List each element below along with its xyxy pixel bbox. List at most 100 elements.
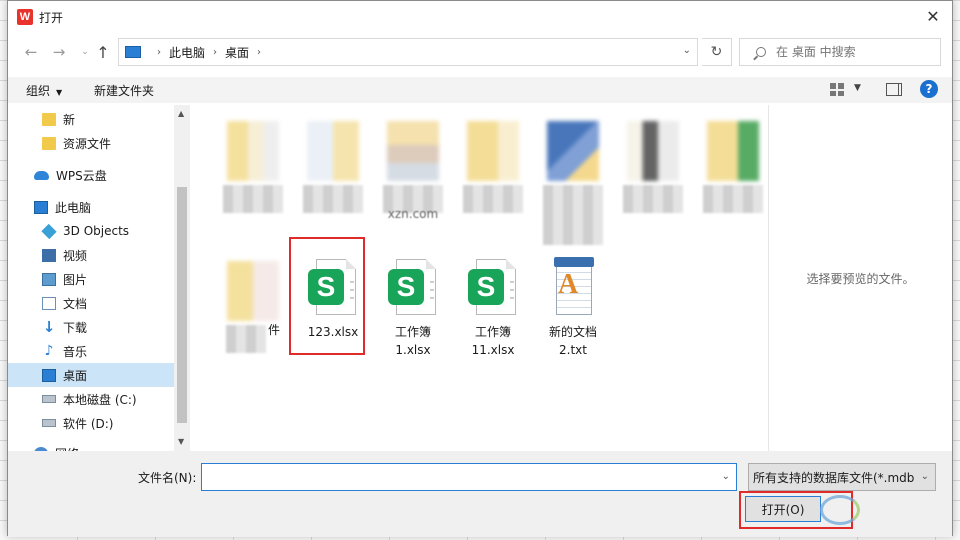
- view-options-icon[interactable]: [830, 83, 844, 96]
- preview-pane-toggle-icon[interactable]: [886, 83, 902, 96]
- blurred-caption: [223, 185, 283, 213]
- sidebar-item-label: 此电脑: [55, 200, 92, 215]
- file-name-line1: 新的文档: [548, 325, 597, 339]
- sidebar-item-wps-cloud[interactable]: WPS云盘: [8, 163, 174, 187]
- back-arrow-icon[interactable]: ←: [20, 41, 42, 63]
- file-name-line2: 2.txt: [559, 343, 587, 357]
- up-arrow-icon[interactable]: ↑: [92, 41, 114, 63]
- cloud-icon: [34, 170, 49, 180]
- sidebar-item-label: 下载: [63, 320, 88, 335]
- sidebar-scrollbar[interactable]: ▲ ▼: [174, 105, 190, 451]
- sidebar-item-label: 文档: [63, 296, 88, 311]
- file-item-workbook1-xlsx[interactable]: S 工作簿 1.xlsx: [376, 257, 450, 359]
- sidebar-item-label: 视频: [63, 248, 88, 263]
- scroll-up-icon[interactable]: ▲: [178, 109, 184, 118]
- watermark-logo-icon: [820, 495, 860, 525]
- sidebar-item-this-pc[interactable]: 此电脑: [8, 195, 174, 219]
- filename-dropdown-chevron-icon[interactable]: ⌄: [722, 471, 730, 482]
- blurred-caption: [703, 185, 763, 213]
- folder-icon: [42, 136, 56, 150]
- address-dropdown-chevron-icon[interactable]: ⌄: [683, 45, 691, 56]
- file-name-line2: 11.xlsx: [471, 343, 515, 357]
- blurred-thumbnail: [227, 121, 279, 181]
- sidebar-item-downloads[interactable]: ↓ 下载: [8, 315, 174, 339]
- drive-icon: [42, 395, 56, 403]
- xlsx-file-icon: S: [466, 257, 520, 319]
- close-button[interactable]: ✕: [920, 5, 946, 27]
- file-item-workbook11-xlsx[interactable]: S 工作簿 11.xlsx: [456, 257, 530, 359]
- blurred-caption: [543, 185, 603, 245]
- new-folder-button[interactable]: 新建文件夹: [94, 82, 154, 99]
- sidebar-item-label: 图片: [63, 272, 88, 287]
- breadcrumb-this-pc[interactable]: 此电脑: [169, 44, 205, 61]
- preview-pane: 选择要预览的文件。: [768, 105, 952, 451]
- desktop-icon: [42, 368, 56, 382]
- blurred-caption: [225, 325, 266, 353]
- sidebar-item-software-d[interactable]: 软件 (D:): [8, 411, 174, 435]
- blurred-caption: [463, 185, 523, 213]
- sidebar-item-3d-objects[interactable]: 3D Objects: [8, 219, 174, 243]
- search-box[interactable]: [739, 38, 941, 66]
- drive-icon: [42, 419, 56, 427]
- download-icon: ↓: [42, 317, 56, 336]
- chevron-down-icon[interactable]: ⌄: [921, 471, 929, 482]
- blurred-file-item[interactable]: [536, 121, 610, 245]
- sidebar-item-documents[interactable]: 文档: [8, 291, 174, 315]
- blurred-thumbnail: [547, 121, 599, 181]
- sidebar-item-videos[interactable]: 视频: [8, 243, 174, 267]
- computer-icon: [34, 200, 48, 214]
- blurred-thumbnail: [707, 121, 759, 181]
- search-input[interactable]: [776, 45, 926, 59]
- scrollbar-thumb[interactable]: [177, 187, 187, 423]
- file-type-filter-value: 所有支持的数据库文件(*.mdb: [753, 470, 915, 485]
- sidebar-item-new[interactable]: 新: [8, 107, 174, 131]
- search-icon: [756, 47, 766, 57]
- blurred-file-item[interactable]: [296, 121, 370, 213]
- xlsx-file-icon: S: [386, 257, 440, 319]
- sidebar-item-label: 新: [63, 112, 76, 127]
- blurred-file-item[interactable]: xzn.com: [376, 121, 450, 223]
- file-type-filter-select[interactable]: 所有支持的数据库文件(*.mdb ⌄: [748, 463, 936, 491]
- breadcrumb-separator-icon: ›: [157, 46, 161, 58]
- computer-icon: [125, 46, 141, 58]
- forward-arrow-icon[interactable]: →: [48, 41, 70, 63]
- sidebar-item-label: 资源文件: [63, 136, 112, 151]
- view-options-caret-icon[interactable]: ▼: [854, 83, 861, 93]
- blurred-file-item[interactable]: [696, 121, 770, 213]
- open-file-dialog: W 打开 ✕ ← → ⌄ ↑ › 此电脑 › 桌面 › ⌄ ↻ 组织 ▼ 新建文件…: [7, 0, 953, 537]
- scroll-down-icon[interactable]: ▼: [178, 437, 184, 446]
- breadcrumb-separator-icon: ›: [213, 46, 218, 58]
- sidebar-item-desktop[interactable]: 桌面: [8, 363, 174, 387]
- breadcrumb-desktop[interactable]: 桌面: [225, 44, 249, 61]
- file-list: xzn.com 件 S 123.xlsx S 工作簿 1.xlsx S 工作簿 11…: [192, 105, 768, 451]
- help-icon[interactable]: ?: [920, 80, 938, 98]
- pictures-icon: [42, 272, 56, 286]
- address-bar[interactable]: › 此电脑 › 桌面 › ⌄: [118, 38, 698, 66]
- documents-icon: [42, 296, 56, 310]
- filename-input[interactable]: [208, 465, 708, 489]
- sidebar-item-network[interactable]: 网络: [8, 441, 174, 451]
- file-name-line1: 工作簿: [474, 325, 511, 339]
- file-item-new-doc2-txt[interactable]: A 新的文档 2.txt: [536, 257, 610, 359]
- sidebar-item-resource-files[interactable]: 资源文件: [8, 131, 174, 155]
- title-bar: W 打开 ✕: [8, 1, 952, 33]
- blurred-caption: [623, 185, 683, 213]
- organize-label: 组织: [26, 84, 51, 98]
- refresh-button[interactable]: ↻: [702, 38, 732, 66]
- blurred-file-item[interactable]: [456, 121, 530, 213]
- sidebar-item-pictures[interactable]: 图片: [8, 267, 174, 291]
- blurred-thumbnail: [387, 121, 439, 181]
- blurred-file-item[interactable]: [616, 121, 690, 213]
- sidebar-item-local-disk-c[interactable]: 本地磁盘 (C:): [8, 387, 174, 411]
- blurred-thumbnail: [467, 121, 519, 181]
- breadcrumb-separator-icon[interactable]: ›: [257, 47, 261, 58]
- blurred-file-item[interactable]: 件: [216, 261, 290, 356]
- sidebar-item-label: 软件 (D:): [63, 416, 114, 431]
- blurred-file-item[interactable]: [216, 121, 290, 213]
- filename-field[interactable]: ⌄: [201, 463, 737, 491]
- dialog-title: 打开: [39, 10, 64, 25]
- sidebar-item-music[interactable]: ♪ 音乐: [8, 339, 174, 363]
- highlight-123-xlsx: [289, 237, 365, 355]
- file-name: 新的文档 2.txt: [536, 323, 610, 359]
- organize-button[interactable]: 组织 ▼: [26, 82, 62, 99]
